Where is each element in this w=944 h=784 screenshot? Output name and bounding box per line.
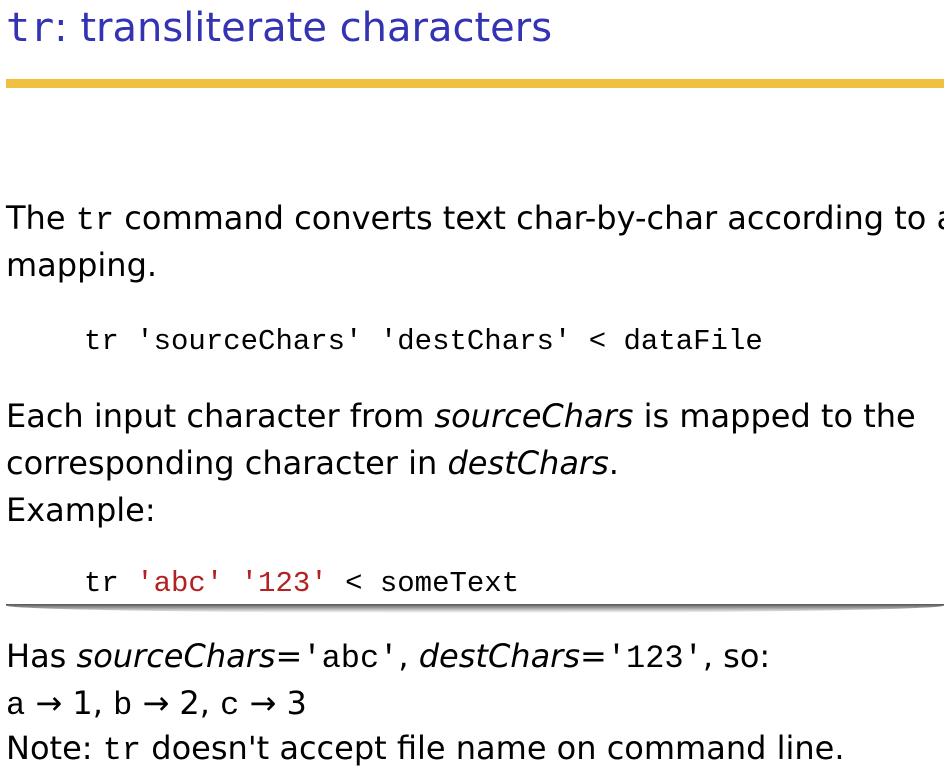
desc-period: .: [608, 444, 619, 482]
usage-code: tr 'sourceChars' 'destChars' < dataFile: [84, 322, 763, 362]
mapping-to: 2: [179, 684, 200, 722]
intro-command: tr: [75, 202, 115, 239]
desc-dest-term: destChars: [447, 444, 609, 482]
example-source-arg: 'abc': [136, 567, 224, 600]
slide-title: tr: transliterate characters: [6, 2, 552, 54]
usage-redirect: < dataFile: [588, 325, 763, 358]
explain-source-term: sourceChars: [76, 637, 276, 675]
mapping-from: c: [220, 687, 240, 724]
explain-so: , so:: [702, 637, 771, 675]
intro-text: The: [6, 199, 76, 237]
explain-dest-term: destChars: [418, 637, 580, 675]
desc-line-2: corresponding character in destChars.: [6, 440, 619, 487]
title-underline: [6, 79, 944, 88]
title-text: : transliterate characters: [54, 5, 553, 51]
mapping-to: 3: [286, 684, 307, 722]
arrow-icon: →: [249, 684, 277, 722]
explain-line: Has sourceChars='abc', destChars='123', …: [6, 633, 770, 682]
explain-text: Has: [6, 637, 77, 675]
example-code: tr 'abc' '123' < someText: [84, 564, 519, 604]
example-command: tr: [84, 567, 119, 600]
mapping-line: a → 1, b → 2, c → 3: [6, 684, 307, 724]
intro-text-2: command converts text char-by-char accor…: [114, 199, 944, 237]
example-dest-arg: '123': [240, 567, 328, 600]
note-line: Note: tr doesn't accept file name on com…: [6, 725, 845, 774]
note-command: tr: [102, 732, 142, 769]
desc-line-1: Each input character from sourceChars is…: [6, 393, 916, 440]
desc-source-term: sourceChars: [434, 397, 634, 435]
usage-source-arg: 'sourceChars': [136, 325, 363, 358]
intro-line-2: mapping.: [6, 246, 158, 284]
code-block-shadow: [6, 604, 944, 613]
note-label: Note:: [6, 729, 103, 767]
note-text: doesn't accept file name on command line…: [141, 729, 845, 767]
equals-sign: =: [580, 637, 607, 675]
intro-line-1: The tr command converts text char-by-cha…: [6, 195, 944, 244]
usage-command: tr: [84, 325, 119, 358]
desc-text: Each input character from: [6, 397, 435, 435]
title-command: tr: [6, 5, 55, 51]
mapping-from: a: [6, 687, 26, 724]
equals-sign: =: [275, 637, 303, 675]
mapping-from: b: [113, 687, 133, 724]
arrow-icon: →: [35, 684, 63, 722]
explain-comma: ,: [398, 637, 419, 675]
desc-text-2: is mapped to the: [633, 397, 916, 435]
arrow-icon: →: [142, 684, 170, 722]
desc-text-3: corresponding character in: [6, 444, 448, 482]
example-label: Example:: [6, 491, 156, 529]
explain-source-value: 'abc': [302, 640, 399, 677]
example-redirect: < someText: [345, 567, 520, 600]
usage-dest-arg: 'destChars': [379, 325, 572, 358]
mapping-to: 1: [72, 684, 93, 722]
explain-dest-value: '123': [606, 640, 703, 677]
